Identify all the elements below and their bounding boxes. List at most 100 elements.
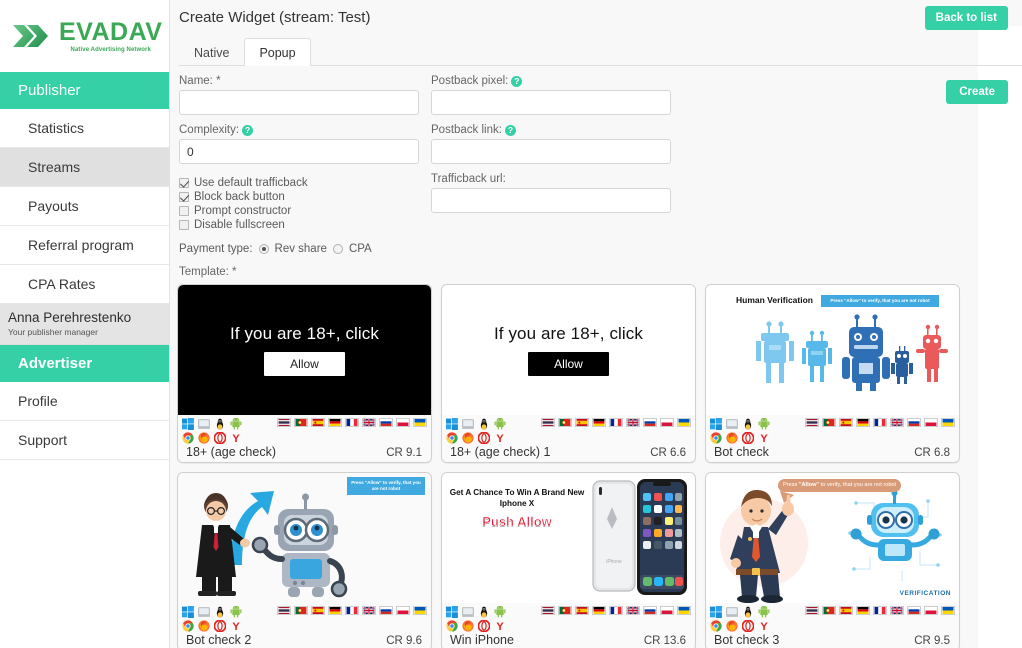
template-preview: Press "Allow" to verify, that you are no… — [178, 473, 431, 603]
iphone-illustration: iPhone — [592, 479, 687, 595]
postback-link-label-text: Postback link: — [431, 124, 502, 136]
sidebar-item-support[interactable]: Support — [0, 420, 169, 460]
speech-quoted: "Allow" — [798, 482, 820, 488]
sidebar-item-referral-program[interactable]: Referral program — [0, 226, 169, 265]
name-input[interactable] — [179, 90, 419, 115]
field-group-trafficback-url: Trafficback url: — [431, 173, 671, 232]
flag-russia — [379, 418, 393, 427]
chrome-icon — [710, 431, 722, 444]
firefox-icon — [726, 619, 738, 632]
template-card-win-iphone[interactable]: Get A Chance To Win A Brand New Iphone X… — [441, 472, 696, 648]
template-name: Win iPhone — [450, 633, 514, 647]
flag-thailand — [805, 606, 819, 615]
sidebar-item-label: CPA Rates — [28, 276, 96, 292]
checkbox-icon[interactable] — [179, 192, 189, 202]
template-card-18plus[interactable]: If you are 18+, click Allow Y 18+ (age c… — [177, 284, 432, 463]
flag-spain — [839, 418, 853, 427]
checkbox-disable-fullscreen[interactable]: Disable fullscreen — [179, 218, 419, 232]
brand-name: EVADAV — [59, 17, 163, 46]
checkbox-block-back-button[interactable]: Block back button — [179, 190, 419, 204]
postback-pixel-input[interactable] — [431, 90, 671, 115]
payment-type-group: Payment type: Rev share CPA — [179, 243, 1022, 255]
macos-icon — [726, 418, 738, 429]
create-button[interactable]: Create — [946, 80, 1008, 104]
template-meta: Y — [442, 415, 695, 462]
sidebar-item-label: Profile — [18, 392, 58, 409]
yandex-icon: Y — [232, 433, 240, 444]
trafficback-url-input[interactable] — [431, 188, 671, 213]
sidebar-item-label: Streams — [28, 159, 81, 175]
tab-native[interactable]: Native — [179, 38, 244, 66]
flag-united-kingdom — [626, 418, 640, 427]
template-card-bot-check-3[interactable]: Press "Allow" to verify, that you are no… — [705, 472, 960, 648]
preview-headline: If you are 18+, click — [229, 324, 380, 343]
flag-spain — [311, 418, 325, 427]
checkbox-icon[interactable] — [179, 178, 189, 188]
sidebar-item-profile[interactable]: Profile — [0, 381, 169, 421]
template-card-18plus-1[interactable]: If you are 18+, click Allow Y 18+ (age c… — [441, 284, 696, 463]
sidebar-section-advertiser[interactable]: Advertiser — [0, 344, 169, 382]
sidebar-item-payouts[interactable]: Payouts — [0, 187, 169, 226]
yandex-icon: Y — [760, 433, 768, 444]
sidebar-section-publisher[interactable]: Publisher — [0, 72, 169, 109]
checkbox-group: Use default trafficback Block back butto… — [179, 173, 419, 232]
country-flags — [541, 605, 691, 615]
country-flags — [805, 417, 955, 427]
sidebar-item-cpa-rates[interactable]: CPA Rates — [0, 265, 169, 304]
radio-cpa-label: CPA — [348, 243, 372, 255]
macos-icon — [462, 418, 474, 429]
robots-illustration — [756, 314, 948, 392]
android-icon — [494, 417, 506, 429]
help-icon[interactable]: ? — [504, 124, 516, 136]
checkbox-prompt-constructor[interactable]: Prompt constructor — [179, 204, 419, 218]
help-icon[interactable]: ? — [511, 75, 523, 87]
template-cr: CR 13.6 — [643, 635, 686, 647]
radio-rev-share[interactable] — [258, 244, 269, 254]
os-icons — [710, 417, 770, 430]
svg-text:Y: Y — [760, 621, 768, 632]
windows-icon — [182, 605, 194, 618]
radio-cpa[interactable] — [332, 244, 343, 254]
sidebar-item-streams[interactable]: Streams — [0, 148, 169, 187]
sidebar-item-label: Statistics — [28, 120, 85, 136]
template-name: Bot check 3 — [714, 633, 780, 647]
flag-germany — [592, 606, 606, 615]
country-flags — [277, 417, 427, 427]
flag-ukraine — [413, 606, 427, 615]
svg-text:Y: Y — [496, 433, 504, 444]
help-icon[interactable]: ? — [242, 124, 254, 136]
browser-icons: Y — [182, 619, 242, 632]
flag-united-kingdom — [890, 418, 904, 427]
name-label-text: Name: * — [179, 75, 221, 87]
checkbox-icon[interactable] — [179, 220, 189, 230]
windows-icon — [710, 417, 722, 430]
platform-icons: Y — [446, 605, 506, 632]
brand-logo[interactable]: EVADAV Native Advertising Network — [0, 0, 169, 72]
template-meta: Y — [442, 603, 695, 648]
flag-poland — [924, 418, 938, 427]
flag-france — [873, 606, 887, 615]
yandex-icon: Y — [496, 433, 504, 444]
preview-headline: If you are 18+, click — [493, 324, 644, 343]
field-group-name: Name: * — [179, 75, 419, 115]
template-card-bot-check-2[interactable]: Press "Allow" to verify, that you are no… — [177, 472, 432, 648]
checkbox-use-default-trafficback[interactable]: Use default trafficback — [179, 176, 419, 190]
postback-pixel-field-label: Postback pixel: ? — [431, 75, 671, 87]
name-field-label: Name: * — [179, 75, 419, 87]
linux-icon — [480, 606, 488, 618]
complexity-input[interactable] — [179, 139, 419, 164]
template-card-bot-check[interactable]: Human Verification Press "Allow" to veri… — [705, 284, 960, 463]
tab-popup[interactable]: Popup — [244, 38, 311, 66]
sidebar-item-statistics[interactable]: Statistics — [0, 109, 169, 148]
template-meta: Y — [706, 415, 959, 462]
flag-spain — [311, 606, 325, 615]
flag-thailand — [805, 418, 819, 427]
flag-poland — [660, 418, 674, 427]
postback-link-input[interactable] — [431, 139, 671, 164]
windows-icon — [182, 417, 194, 430]
back-to-list-button[interactable]: Back to list — [924, 6, 1008, 30]
preview-allow-button: Allow — [264, 352, 345, 376]
opera-icon — [742, 619, 754, 632]
flag-germany — [328, 418, 342, 427]
checkbox-icon[interactable] — [179, 206, 189, 216]
